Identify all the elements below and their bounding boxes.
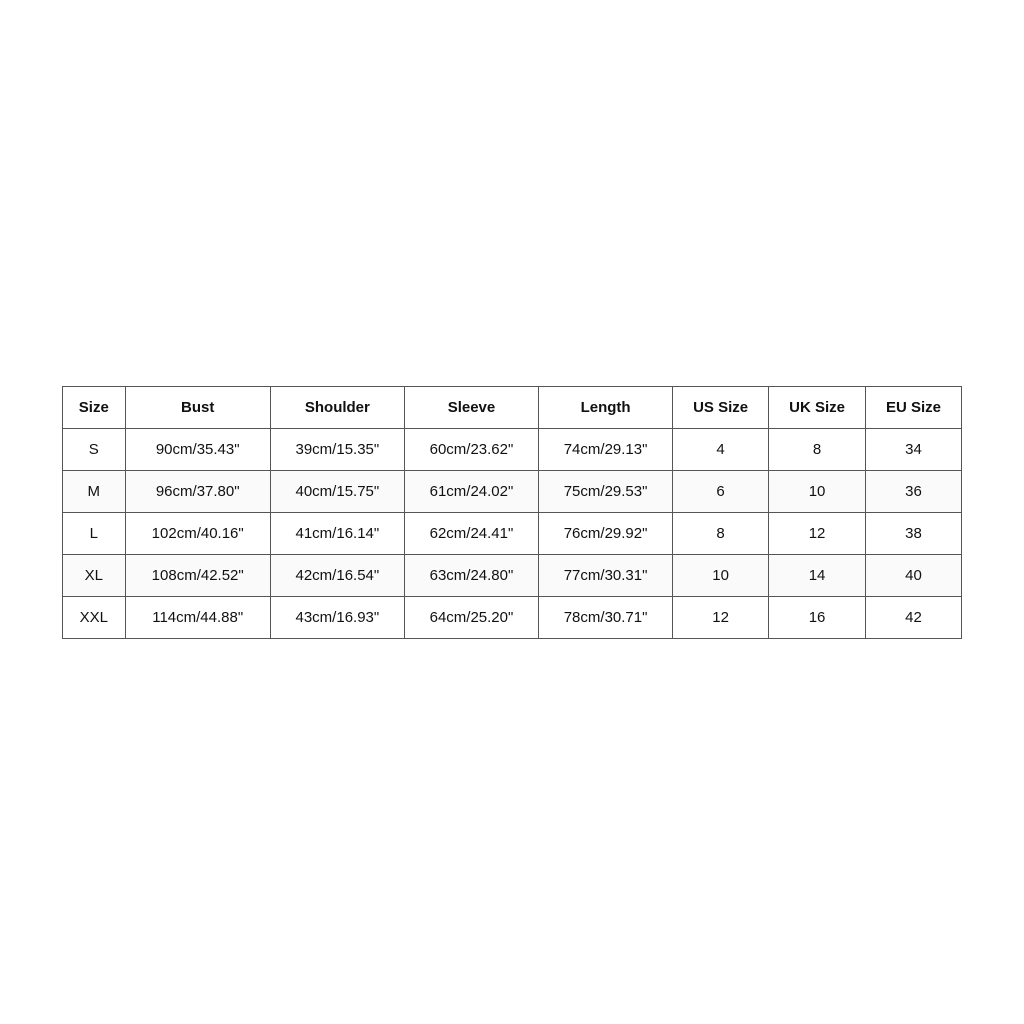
cell-us-size: 12: [673, 596, 769, 638]
table-row: S90cm/35.43"39cm/15.35"60cm/23.62"74cm/2…: [63, 428, 962, 470]
cell-shoulder: 41cm/16.14": [270, 512, 404, 554]
cell-shoulder: 43cm/16.93": [270, 596, 404, 638]
table-row: M96cm/37.80"40cm/15.75"61cm/24.02"75cm/2…: [63, 470, 962, 512]
cell-eu-size: 40: [866, 554, 962, 596]
cell-bust: 96cm/37.80": [125, 470, 270, 512]
cell-sleeve: 60cm/23.62": [404, 428, 538, 470]
cell-sleeve: 62cm/24.41": [404, 512, 538, 554]
cell-sleeve: 61cm/24.02": [404, 470, 538, 512]
header-uk-size: UK Size: [769, 386, 866, 428]
cell-sleeve: 64cm/25.20": [404, 596, 538, 638]
cell-length: 77cm/30.31": [539, 554, 673, 596]
table-row: L102cm/40.16"41cm/16.14"62cm/24.41"76cm/…: [63, 512, 962, 554]
header-sleeve: Sleeve: [404, 386, 538, 428]
header-bust: Bust: [125, 386, 270, 428]
cell-bust: 114cm/44.88": [125, 596, 270, 638]
cell-bust: 108cm/42.52": [125, 554, 270, 596]
cell-shoulder: 40cm/15.75": [270, 470, 404, 512]
cell-bust: 102cm/40.16": [125, 512, 270, 554]
cell-us-size: 4: [673, 428, 769, 470]
cell-size: S: [63, 428, 126, 470]
cell-uk-size: 14: [769, 554, 866, 596]
cell-us-size: 6: [673, 470, 769, 512]
cell-us-size: 8: [673, 512, 769, 554]
cell-eu-size: 42: [866, 596, 962, 638]
table-row: XL108cm/42.52"42cm/16.54"63cm/24.80"77cm…: [63, 554, 962, 596]
cell-size: L: [63, 512, 126, 554]
cell-size: XXL: [63, 596, 126, 638]
cell-uk-size: 10: [769, 470, 866, 512]
cell-length: 74cm/29.13": [539, 428, 673, 470]
cell-length: 78cm/30.71": [539, 596, 673, 638]
cell-length: 75cm/29.53": [539, 470, 673, 512]
table-header-row: Size Bust Shoulder Sleeve Length US Size…: [63, 386, 962, 428]
header-us-size: US Size: [673, 386, 769, 428]
table-row: XXL114cm/44.88"43cm/16.93"64cm/25.20"78c…: [63, 596, 962, 638]
cell-us-size: 10: [673, 554, 769, 596]
cell-bust: 90cm/35.43": [125, 428, 270, 470]
cell-shoulder: 39cm/15.35": [270, 428, 404, 470]
header-length: Length: [539, 386, 673, 428]
header-size: Size: [63, 386, 126, 428]
cell-eu-size: 34: [866, 428, 962, 470]
cell-eu-size: 38: [866, 512, 962, 554]
cell-uk-size: 8: [769, 428, 866, 470]
size-chart-table: Size Bust Shoulder Sleeve Length US Size…: [62, 386, 962, 639]
cell-size: XL: [63, 554, 126, 596]
size-chart-container: Size Bust Shoulder Sleeve Length US Size…: [62, 386, 962, 639]
cell-length: 76cm/29.92": [539, 512, 673, 554]
cell-uk-size: 12: [769, 512, 866, 554]
cell-shoulder: 42cm/16.54": [270, 554, 404, 596]
header-shoulder: Shoulder: [270, 386, 404, 428]
cell-sleeve: 63cm/24.80": [404, 554, 538, 596]
cell-uk-size: 16: [769, 596, 866, 638]
cell-eu-size: 36: [866, 470, 962, 512]
header-eu-size: EU Size: [866, 386, 962, 428]
cell-size: M: [63, 470, 126, 512]
